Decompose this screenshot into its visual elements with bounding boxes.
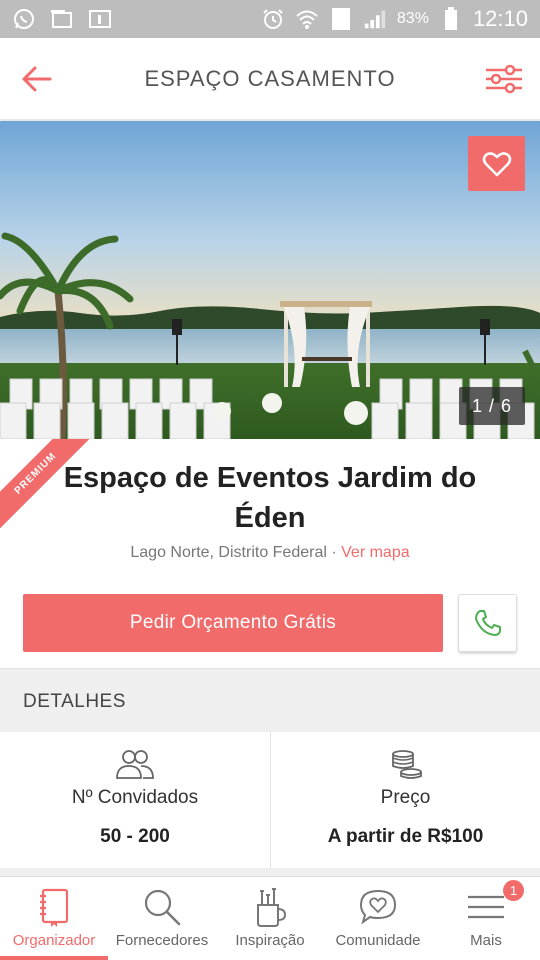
nav-label-mais: Mais xyxy=(470,932,502,949)
bottom-navigation: Organizador Fornecedores Inspiração Comu… xyxy=(0,876,540,960)
nav-label-organizador: Organizador xyxy=(12,932,96,949)
notification-icon xyxy=(88,8,112,30)
nav-inspiracao[interactable]: Inspiração xyxy=(216,877,324,960)
chat-heart-icon xyxy=(359,889,397,925)
call-button[interactable] xyxy=(458,594,517,652)
section-divider xyxy=(0,868,540,876)
inspiration-icon xyxy=(257,888,287,927)
arrow-left-icon xyxy=(22,66,52,92)
nav-organizador[interactable]: Organizador xyxy=(0,877,108,960)
price-label: Preço xyxy=(380,787,431,808)
heart-icon xyxy=(482,151,511,176)
details-section-header: DETALHES xyxy=(0,668,540,732)
details-cards: Nº Convidados 50 - 200 Preço A partir de… xyxy=(0,732,540,868)
nav-mais[interactable]: 1 Mais xyxy=(432,877,540,960)
app-header: ESPAÇO CASAMENTO xyxy=(0,38,540,120)
guests-icon xyxy=(116,750,154,779)
filter-button[interactable] xyxy=(484,62,524,96)
nav-comunidade[interactable]: Comunidade xyxy=(324,877,432,960)
phone-icon xyxy=(474,610,501,636)
alarm-icon xyxy=(261,8,285,30)
details-title: DETALHES xyxy=(23,691,126,712)
clock: 12:10 xyxy=(472,6,528,31)
nav-fornecedores[interactable]: Fornecedores xyxy=(108,877,216,960)
sliders-icon xyxy=(486,64,522,94)
search-icon xyxy=(144,889,181,926)
nav-label-inspiracao: Inspiração xyxy=(235,932,305,949)
guests-value: 50 - 200 xyxy=(100,826,170,847)
whatsapp-icon xyxy=(12,8,36,30)
price-value: A partir de R$100 xyxy=(327,826,484,847)
request-quote-button[interactable]: Pedir Orçamento Grátis xyxy=(23,594,443,652)
photo-counter: 1 / 6 xyxy=(459,387,525,425)
separator: · xyxy=(326,544,342,561)
location-line: Lago Norte, Distrito Federal · Ver mapa xyxy=(0,544,540,562)
map-link[interactable]: Ver mapa xyxy=(341,544,409,561)
location-text: Lago Norte, Distrito Federal xyxy=(130,544,327,561)
nav-label-fornecedores: Fornecedores xyxy=(115,932,209,949)
guests-card: Nº Convidados 50 - 200 xyxy=(0,732,270,868)
venue-title: Espaço de Eventos Jardim do Éden xyxy=(63,462,477,534)
nav-label-comunidade: Comunidade xyxy=(335,932,421,949)
coins-icon xyxy=(391,750,422,779)
favorite-button[interactable] xyxy=(468,136,525,191)
sim-icon xyxy=(329,8,353,30)
venue-photo-gallery[interactable]: 1 / 6 xyxy=(0,121,540,439)
signal-icon xyxy=(363,8,387,30)
battery-icon xyxy=(439,7,463,30)
guests-label: Nº Convidados xyxy=(71,787,199,808)
battery-percent: 83% xyxy=(396,10,429,27)
notebook-icon xyxy=(40,888,69,927)
back-button[interactable] xyxy=(20,62,54,96)
status-bar: 83% 12:10 xyxy=(0,0,540,38)
menu-icon xyxy=(468,895,504,919)
price-card: Preço A partir de R$100 xyxy=(270,732,540,868)
page-title: ESPAÇO CASAMENTO xyxy=(144,65,396,91)
notification-icon xyxy=(50,8,74,30)
wifi-icon xyxy=(295,8,319,30)
notification-badge: 1 xyxy=(503,880,524,901)
